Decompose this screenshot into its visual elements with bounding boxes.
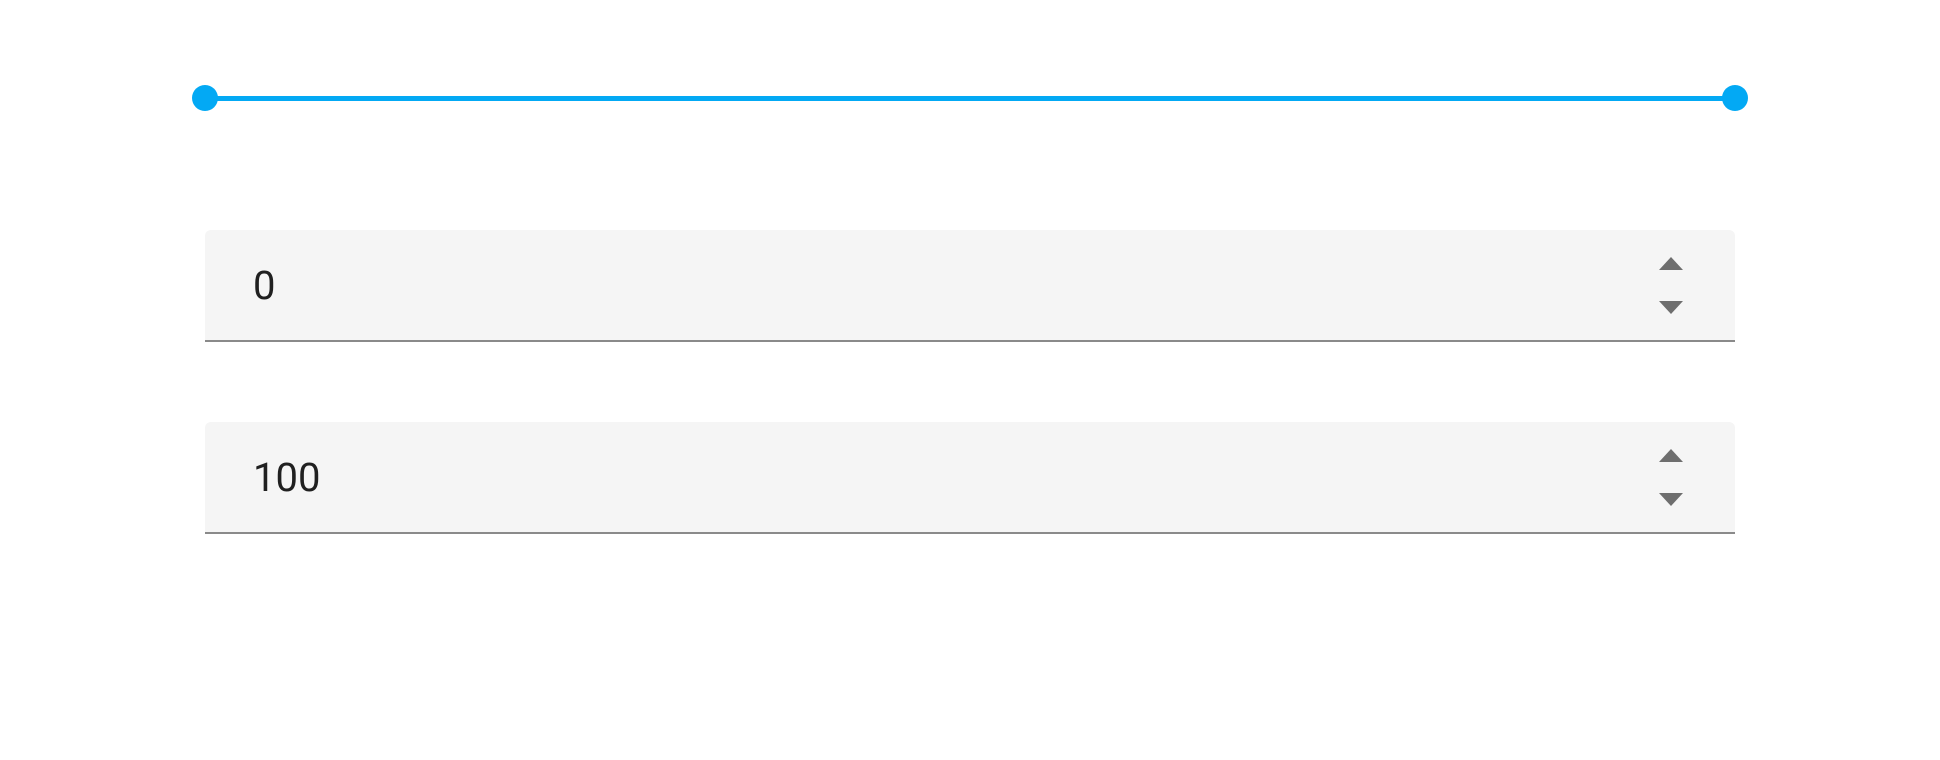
high-value-input[interactable] xyxy=(253,422,1687,532)
slider-thumb-high[interactable] xyxy=(1722,85,1748,111)
chevron-up-icon xyxy=(1659,449,1683,462)
high-value-field xyxy=(205,422,1735,534)
chevron-up-icon xyxy=(1659,257,1683,270)
slider-thumb-low[interactable] xyxy=(192,85,218,111)
decrement-button[interactable] xyxy=(1657,298,1685,316)
low-value-field xyxy=(205,230,1735,342)
low-value-stepper xyxy=(1657,230,1705,340)
slider-track xyxy=(205,96,1735,101)
increment-button[interactable] xyxy=(1657,254,1685,272)
decrement-button[interactable] xyxy=(1657,490,1685,508)
high-value-stepper xyxy=(1657,422,1705,532)
increment-button[interactable] xyxy=(1657,446,1685,464)
chevron-down-icon xyxy=(1659,301,1683,314)
chevron-down-icon xyxy=(1659,493,1683,506)
low-value-input[interactable] xyxy=(253,230,1687,340)
range-slider[interactable] xyxy=(205,60,1735,140)
